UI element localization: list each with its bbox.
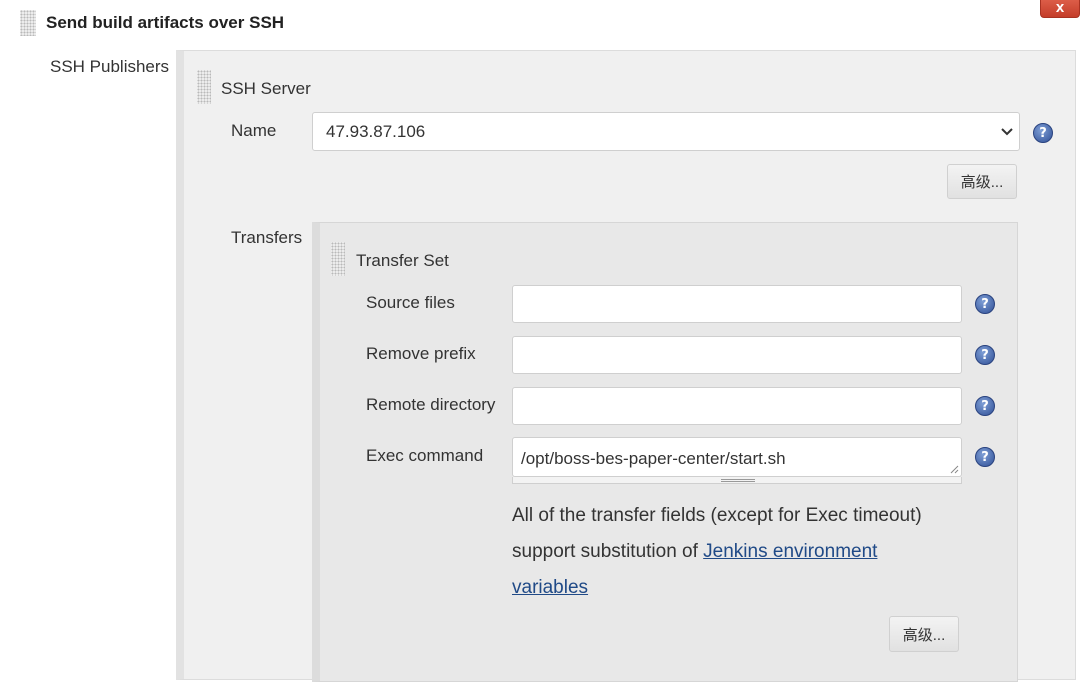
source-files-label: Source files	[366, 293, 455, 312]
transfers-label: Transfers	[231, 228, 303, 247]
help-icon[interactable]: ?	[975, 294, 995, 314]
close-icon: x	[1055, 0, 1065, 16]
remote-directory-label: Remote directory	[366, 395, 496, 414]
help-icon[interactable]: ?	[975, 345, 995, 365]
drag-handle-icon[interactable]	[20, 10, 36, 36]
remote-directory-input[interactable]	[512, 387, 962, 425]
section-title: Send build artifacts over SSH	[46, 13, 285, 32]
ssh-publishers-label: SSH Publishers	[50, 57, 170, 76]
server-advanced-button[interactable]: 高级...	[947, 164, 1017, 199]
source-files-input[interactable]	[512, 285, 962, 323]
ssh-server-name-value: 47.93.87.106	[326, 121, 426, 141]
name-label: Name	[231, 121, 277, 140]
help-icon[interactable]: ?	[975, 396, 995, 416]
resize-grip-icon[interactable]	[949, 464, 959, 474]
ssh-server-name-select[interactable]: 47.93.87.106	[312, 112, 1020, 151]
chevron-down-icon	[1001, 128, 1013, 136]
remove-prefix-label: Remove prefix	[366, 344, 476, 363]
exec-command-textarea[interactable]: /opt/boss-bes-paper-center/start.sh	[512, 437, 962, 477]
drag-handle-icon[interactable]	[197, 70, 211, 104]
help-icon[interactable]: ?	[975, 447, 995, 467]
help-icon[interactable]: ?	[1033, 123, 1053, 143]
exec-command-label: Exec command	[366, 446, 484, 465]
drag-handle-icon[interactable]	[331, 242, 345, 276]
remove-prefix-input[interactable]	[512, 336, 962, 374]
transfer-set-title: Transfer Set	[356, 251, 449, 270]
textarea-expand-handle[interactable]	[512, 477, 962, 484]
close-button[interactable]: x	[1040, 0, 1080, 18]
substitution-note: All of the transfer fields (except for E…	[512, 498, 952, 606]
exec-command-value: /opt/boss-bes-paper-center/start.sh	[521, 449, 786, 468]
ssh-server-title: SSH Server	[221, 79, 311, 98]
transfer-advanced-button[interactable]: 高级...	[889, 616, 959, 652]
